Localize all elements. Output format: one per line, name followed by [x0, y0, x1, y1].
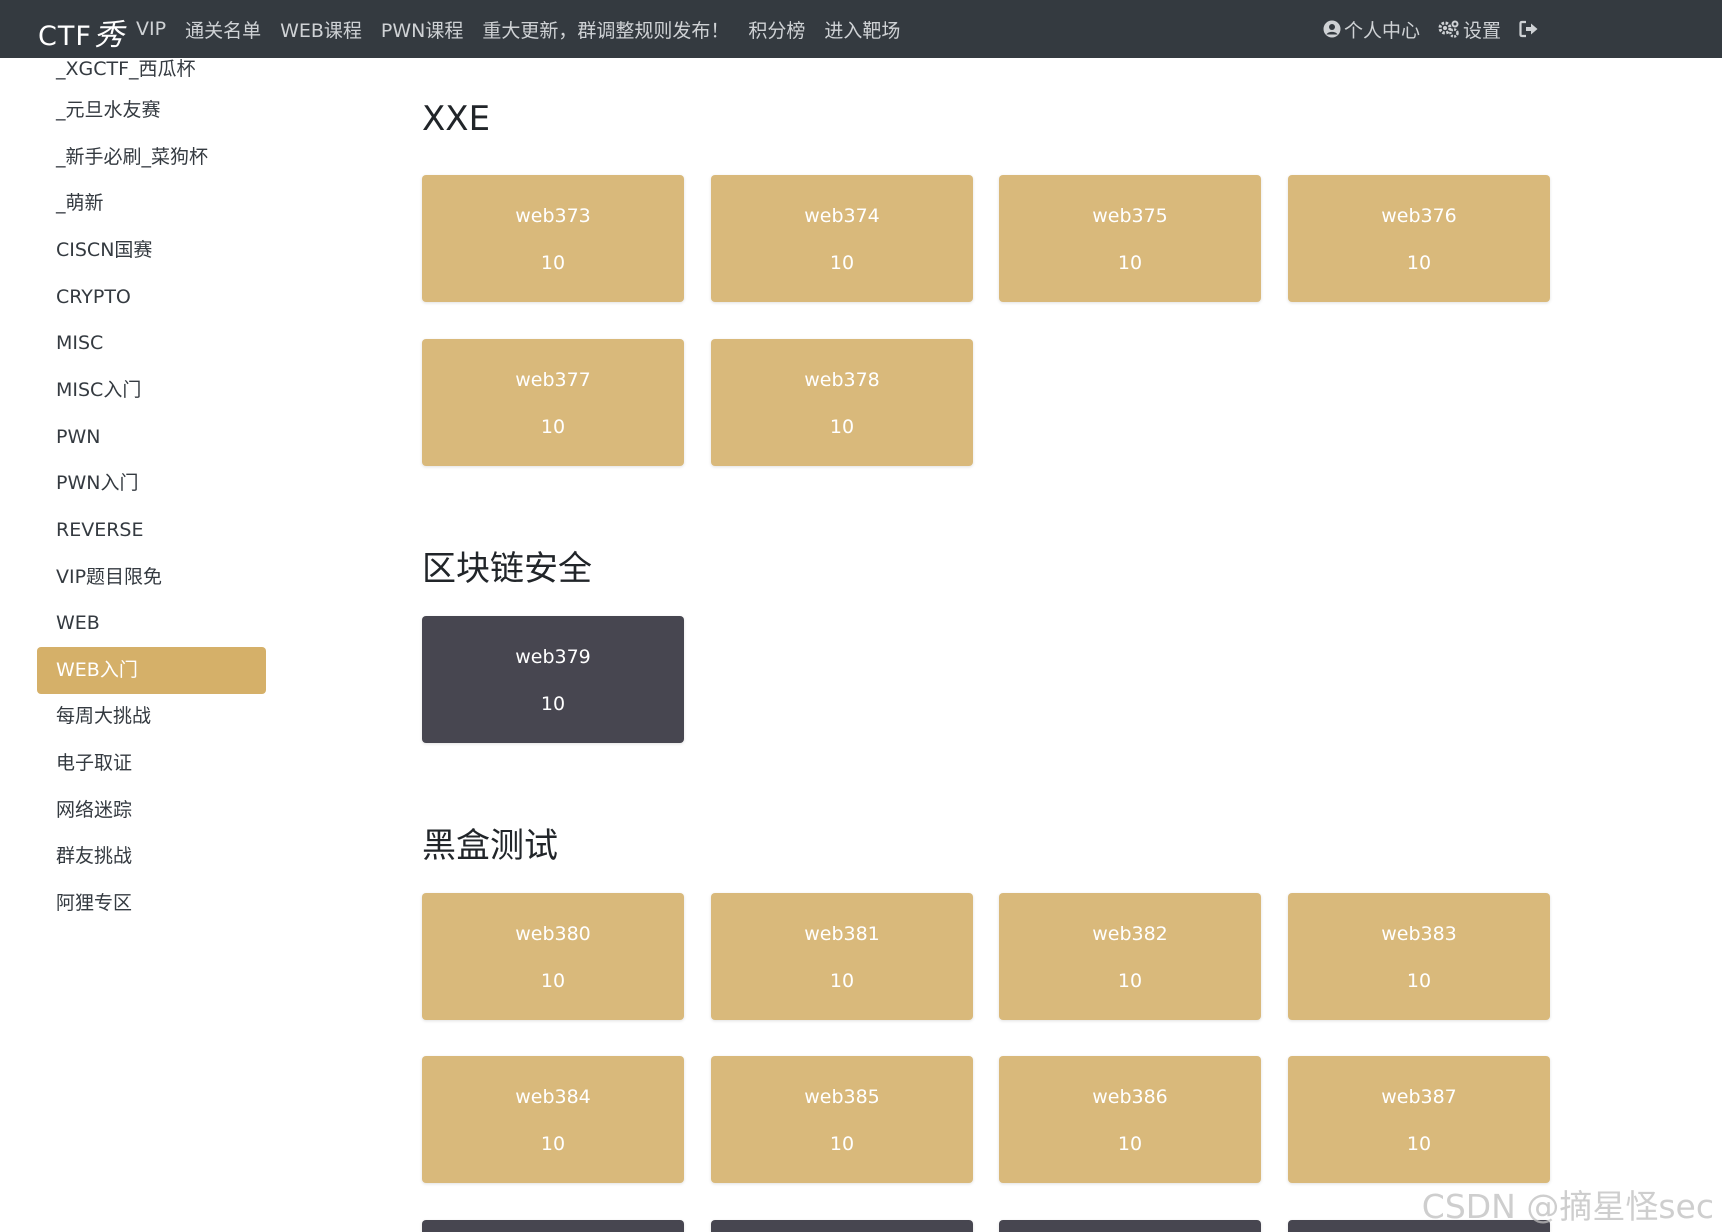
sidebar-item-pwn[interactable]: PWN — [37, 414, 266, 461]
challenge-score: 10 — [1117, 970, 1143, 992]
challenge-name: web378 — [804, 369, 880, 391]
sidebar-item-mengxin[interactable]: _萌新 — [37, 180, 266, 227]
challenge-card[interactable]: web373 10 — [422, 175, 684, 302]
challenge-name: web383 — [1381, 923, 1457, 945]
section-title-blackbox: 黑盒测试 — [422, 826, 558, 866]
challenge-score: 10 — [540, 416, 566, 438]
challenge-score: 10 — [1406, 1133, 1432, 1155]
user-circle-icon — [1323, 20, 1341, 38]
sidebar-item-pwn-intro[interactable]: PWN入门 — [37, 460, 266, 507]
nav-link-scoreboard[interactable]: 积分榜 — [748, 16, 805, 43]
nav-link-clearance-list[interactable]: 通关名单 — [185, 16, 261, 43]
challenge-score: 10 — [1406, 970, 1432, 992]
challenge-card[interactable]: web377 10 — [422, 339, 684, 466]
challenge-card[interactable]: web384 10 — [422, 1056, 684, 1183]
sidebar-item-xgctf[interactable]: _XGCTF_西瓜杯 — [37, 46, 266, 93]
challenge-card-solved[interactable]: web379 10 — [422, 616, 684, 743]
sidebar-item-vip-free[interactable]: VIP题目限免 — [37, 554, 266, 601]
challenge-name: web385 — [804, 1086, 880, 1108]
challenge-card[interactable]: web378 10 — [711, 339, 973, 466]
nav-link-web-course[interactable]: WEB课程 — [280, 16, 362, 43]
sidebar-item-misc-intro[interactable]: MISC入门 — [37, 367, 266, 414]
sidebar-item-forensics[interactable]: 电子取证 — [37, 740, 266, 787]
sidebar-item-web[interactable]: WEB — [37, 600, 266, 647]
sidebar-item-osint[interactable]: 网络迷踪 — [37, 787, 266, 834]
challenge-name: web382 — [1092, 923, 1168, 945]
nav-link-announcement[interactable]: 重大更新，群调整规则发布！ — [482, 16, 729, 43]
challenge-score: 10 — [540, 970, 566, 992]
challenge-card[interactable]: web376 10 — [1288, 175, 1550, 302]
sidebar-item-web-intro[interactable]: WEB入门 — [37, 647, 266, 694]
sign-out-icon — [1519, 20, 1538, 38]
challenge-name: web380 — [515, 923, 591, 945]
sidebar-item-ciscn[interactable]: CISCN国赛 — [37, 227, 266, 274]
challenge-name: web376 — [1381, 205, 1457, 227]
challenge-card-partial[interactable] — [999, 1220, 1261, 1232]
nav-link-vip[interactable]: VIP — [136, 18, 166, 40]
challenge-score: 10 — [1406, 252, 1432, 274]
nav-right: 个人中心 设置 — [1305, 0, 1542, 58]
challenge-score: 10 — [829, 416, 855, 438]
challenge-name: web381 — [804, 923, 880, 945]
logout-button[interactable] — [1519, 20, 1542, 38]
challenge-card[interactable]: web380 10 — [422, 893, 684, 1020]
challenge-score: 10 — [540, 693, 566, 715]
challenge-score: 10 — [829, 1133, 855, 1155]
sidebar-item-group-challenge[interactable]: 群友挑战 — [37, 833, 266, 880]
challenge-card[interactable]: web381 10 — [711, 893, 973, 1020]
challenge-score: 10 — [540, 1133, 566, 1155]
challenge-card-partial[interactable] — [422, 1220, 684, 1232]
settings-label: 设置 — [1462, 19, 1501, 42]
challenge-name: web373 — [515, 205, 591, 227]
user-center-link[interactable]: 个人中心 — [1323, 16, 1420, 43]
challenge-card-partial[interactable] — [711, 1220, 973, 1232]
sidebar-item-weekly-challenge[interactable]: 每周大挑战 — [37, 693, 266, 740]
challenge-card[interactable]: web387 10 — [1288, 1056, 1550, 1183]
sidebar-item-reverse[interactable]: REVERSE — [37, 507, 266, 554]
challenge-name: web374 — [804, 205, 880, 227]
challenge-name: web377 — [515, 369, 591, 391]
user-center-label: 个人中心 — [1343, 19, 1420, 42]
challenge-card[interactable]: web386 10 — [999, 1056, 1261, 1183]
challenge-score: 10 — [540, 252, 566, 274]
cogs-icon — [1438, 20, 1459, 38]
challenge-card[interactable]: web374 10 — [711, 175, 973, 302]
sidebar-item-ali-zone[interactable]: 阿狸专区 — [37, 880, 266, 927]
csdn-watermark: CSDN @摘星怪sec — [1421, 1187, 1714, 1226]
challenge-name: web379 — [515, 646, 591, 668]
sidebar-item-novice-cup[interactable]: _新手必刷_菜狗杯 — [37, 134, 266, 181]
challenge-card[interactable]: web375 10 — [999, 175, 1261, 302]
challenge-name: web384 — [515, 1086, 591, 1108]
challenge-score: 10 — [829, 970, 855, 992]
challenge-card[interactable]: web383 10 — [1288, 893, 1550, 1020]
sidebar-item-misc[interactable]: MISC — [37, 320, 266, 367]
challenge-card[interactable]: web382 10 — [999, 893, 1261, 1020]
settings-link[interactable]: 设置 — [1438, 16, 1501, 43]
challenge-name: web387 — [1381, 1086, 1457, 1108]
section-title-xxe: XXE — [422, 99, 491, 139]
challenge-score: 10 — [829, 252, 855, 274]
challenge-score: 10 — [1117, 1133, 1143, 1155]
challenge-card[interactable]: web385 10 — [711, 1056, 973, 1183]
sidebar-item-crypto[interactable]: CRYPTO — [37, 274, 266, 321]
nav-link-pwn-course[interactable]: PWN课程 — [381, 16, 463, 43]
challenge-name: web386 — [1092, 1086, 1168, 1108]
challenge-score: 10 — [1117, 252, 1143, 274]
section-title-blockchain: 区块链安全 — [422, 549, 592, 589]
challenge-name: web375 — [1092, 205, 1168, 227]
nav-link-range[interactable]: 进入靶场 — [824, 16, 900, 43]
sidebar-item-new-year[interactable]: _元旦水友赛 — [37, 87, 266, 134]
